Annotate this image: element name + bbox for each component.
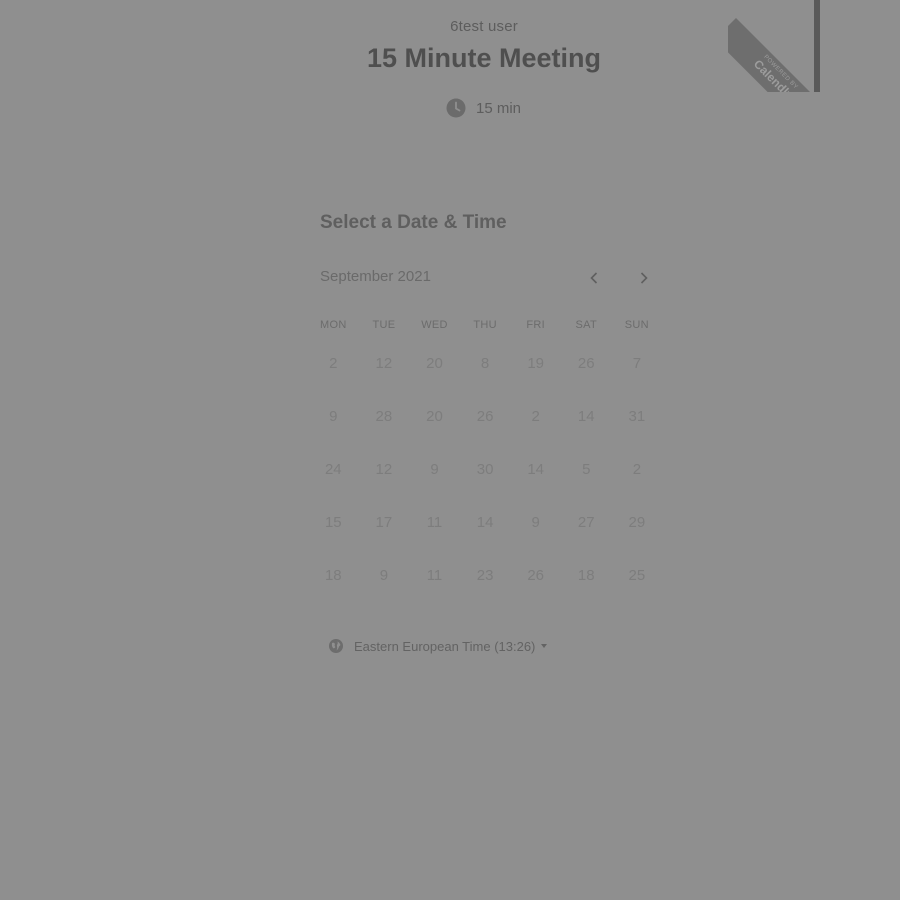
calendar-day: 31: [628, 407, 646, 425]
calendar-day: 11: [426, 566, 443, 584]
calendar-day: 5: [582, 460, 591, 478]
calendar-day: 18: [324, 566, 342, 584]
weekday-label: MON: [320, 319, 347, 331]
calendar-day: 12: [375, 354, 393, 372]
calendar-day: 26: [577, 354, 595, 372]
calendar-day: 24: [324, 460, 342, 478]
calendar-day: 30: [476, 460, 494, 478]
calendar-day: 8: [480, 354, 490, 372]
weekday-label: TUE: [372, 319, 396, 331]
timezone-label: Eastern European Time (13:26): [354, 638, 536, 654]
calendar-day: 9: [329, 407, 338, 425]
calendar-day: 27: [577, 513, 595, 531]
calendar-day: 18: [577, 566, 595, 584]
calendar-day: 14: [527, 460, 545, 478]
calendar-day: 26: [476, 407, 494, 425]
weekday-label: FRI: [526, 319, 545, 331]
calendar-day: 9: [430, 460, 439, 478]
calendar-day: 29: [628, 513, 646, 531]
calendar-day: 15: [324, 513, 342, 531]
calendar-day: 17: [375, 513, 393, 531]
calendar-day: 20: [426, 407, 443, 425]
calendar-day: 2: [632, 460, 642, 478]
duration-label: 15 min: [476, 99, 522, 117]
weekday-label: WED: [421, 319, 448, 331]
event-duration: 15 min: [446, 98, 521, 118]
date-time-heading: Select a Date & Time: [320, 212, 507, 233]
badge-band: POWERED BY Calendly: [728, 18, 820, 92]
calendar-day: 11: [426, 513, 443, 531]
previous-month-button[interactable]: [582, 266, 606, 290]
weekday-label: THU: [473, 319, 497, 331]
calendar-day: 28: [375, 407, 393, 425]
calendar-day: 23: [476, 566, 494, 584]
calendar-day: 14: [476, 513, 494, 531]
calendar-day: 26: [527, 566, 545, 584]
calendar-day: 2: [531, 407, 540, 425]
calendar-day: 9: [531, 513, 540, 531]
caret-down-icon: [541, 644, 548, 648]
calendar-day: 9: [379, 566, 389, 584]
calendar-day: 20: [426, 354, 443, 372]
weekday-header: MON TUE WED THU FRI SAT SUN: [308, 319, 662, 331]
calendar-day: 25: [628, 566, 646, 584]
calendar-day: 19: [527, 354, 545, 372]
scheduling-page: 6test user 15 Minute Meeting 15 min POWE…: [0, 0, 900, 900]
calendar-day: 14: [577, 407, 595, 425]
event-card: 6test user 15 Minute Meeting 15 min POWE…: [0, 0, 820, 900]
calendar-day: 7: [632, 354, 642, 372]
calendar-day: 12: [375, 460, 393, 478]
timezone-selector[interactable]: Eastern European Time (13:26): [328, 638, 548, 654]
weekday-label: SAT: [575, 319, 597, 331]
globe-icon: [329, 639, 343, 653]
powered-by-calendly-badge[interactable]: POWERED BY Calendly: [728, 0, 820, 92]
calendar-day: 2: [329, 354, 338, 372]
calendar-grid: 2 12 20 8 19 26 7 9 28 20 26 2 14 31 24 12 9 30 14 5 2 15 17 11…: [308, 345, 662, 610]
chevron-left-icon: [590, 272, 598, 284]
clock-icon: [446, 98, 466, 118]
chevron-right-icon: [640, 272, 648, 284]
month-navigation: September 2021: [320, 266, 660, 290]
month-label: September 2021: [320, 268, 431, 285]
next-month-button[interactable]: [632, 266, 656, 290]
badge-edge: [814, 0, 820, 92]
weekday-label: SUN: [624, 319, 649, 331]
